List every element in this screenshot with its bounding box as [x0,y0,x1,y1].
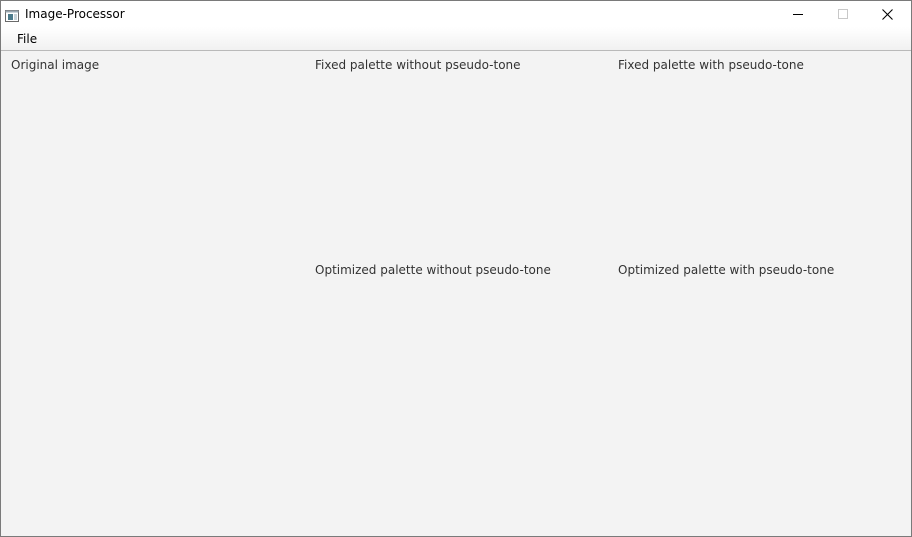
optimized-palette-tone-label: Optimized palette with pseudo-tone [618,263,835,277]
original-image-label: Original image [11,58,100,72]
optimized-palette-no-tone-label: Optimized palette without pseudo-tone [315,263,551,277]
close-button[interactable] [865,1,910,27]
fixed-palette-tone-view [618,77,903,255]
close-icon [882,8,893,20]
menu-bar: File [1,27,911,51]
minimize-icon [792,9,803,19]
maximize-button[interactable] [820,1,865,27]
title-bar[interactable]: Image-Processor [1,1,911,27]
minimize-button[interactable] [775,1,820,27]
fixed-palette-no-tone-view [315,77,605,255]
window-title: Image-Processor [25,7,125,21]
optimized-palette-no-tone-view [315,282,605,527]
fixed-palette-no-tone-label: Fixed palette without pseudo-tone [315,58,521,72]
app-window: Image-Processor File Original image Fixe… [0,0,912,537]
menu-file[interactable]: File [10,30,44,48]
app-window-icon [5,7,19,22]
original-image-view [11,77,301,527]
maximize-icon [837,9,848,19]
fixed-palette-tone-label: Fixed palette with pseudo-tone [618,58,804,72]
main-content: Original image Fixed palette without pse… [1,51,911,536]
optimized-palette-tone-view [618,282,903,527]
